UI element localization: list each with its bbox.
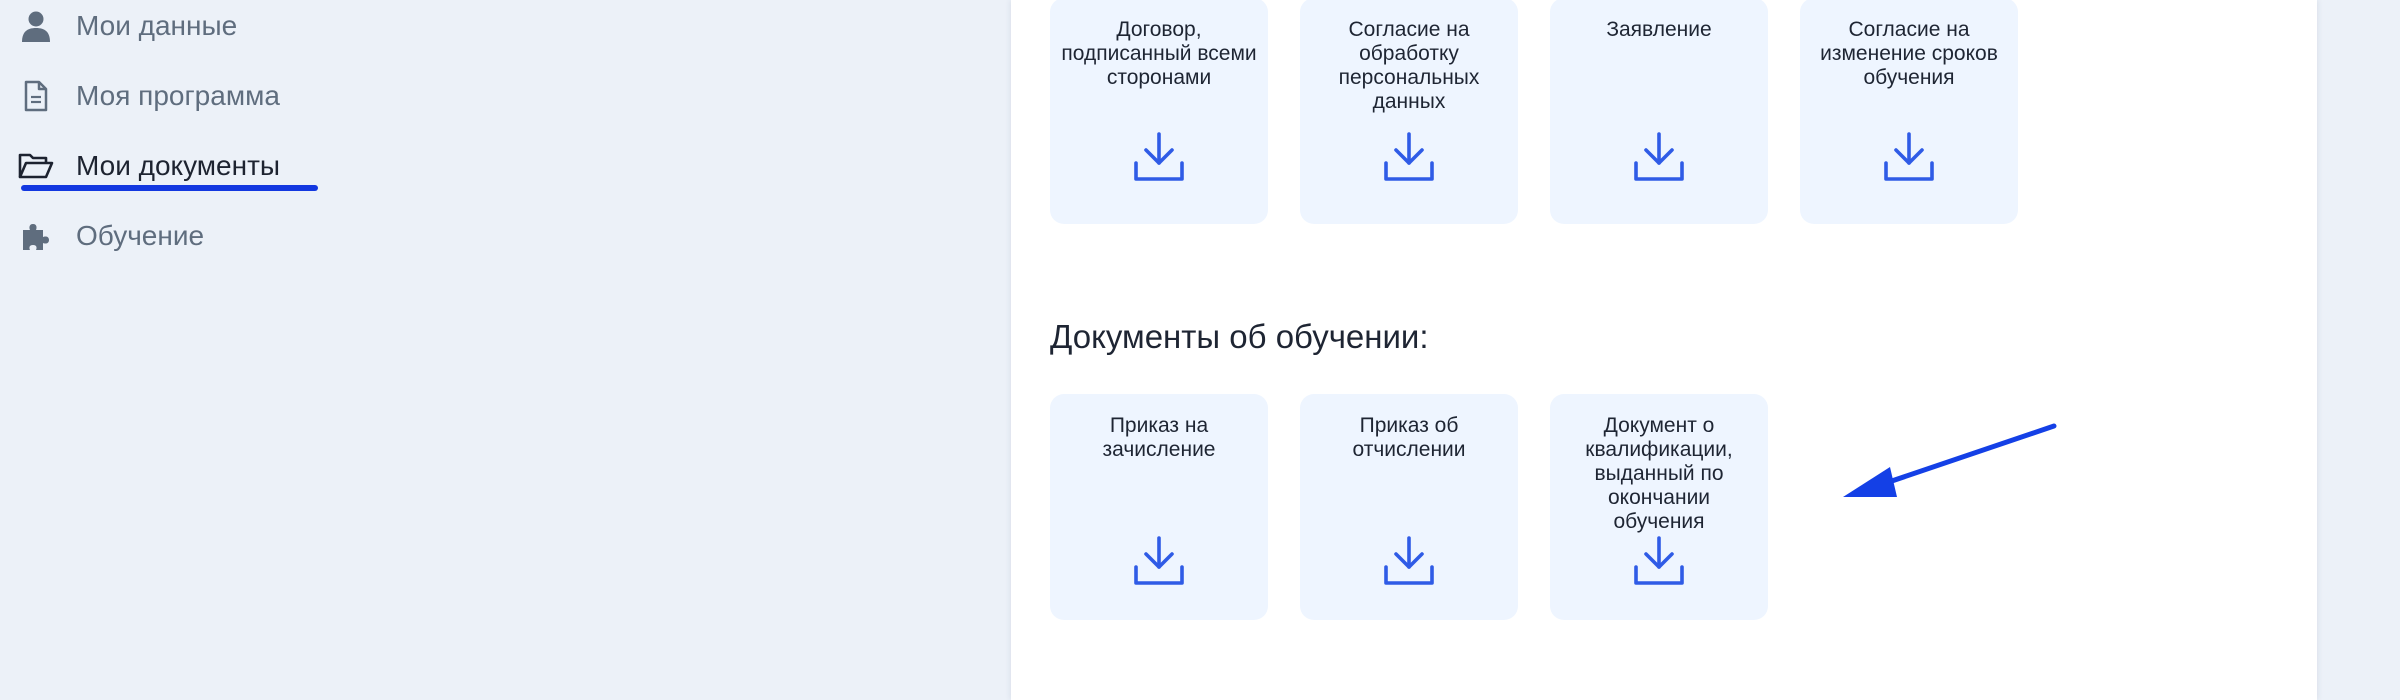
- sidebar-item-education[interactable]: Обучение: [16, 206, 376, 266]
- sidebar-item-label: Мои данные: [76, 10, 238, 41]
- document-card-consent-personal-data[interactable]: Согласие на обработку персональных данны…: [1300, 0, 1518, 224]
- download-icon[interactable]: [1883, 132, 1935, 184]
- download-icon[interactable]: [1383, 536, 1435, 588]
- download-icon[interactable]: [1133, 536, 1185, 588]
- sidebar: Мои данные Моя программа Мои документы О…: [0, 0, 1000, 700]
- card-title: Документ о квалификации, выданный по око…: [1585, 414, 1733, 533]
- document-icon: [16, 76, 56, 116]
- sidebar-item-label: Моя программа: [76, 80, 280, 111]
- download-icon[interactable]: [1633, 536, 1685, 588]
- document-card-consent-term-change[interactable]: Согласие на изменение сроков обучения: [1800, 0, 2018, 224]
- card-title: Заявление: [1606, 18, 1712, 41]
- document-card-qualification-document[interactable]: Документ о квалификации, выданный по око…: [1550, 394, 1768, 620]
- sidebar-item-my-program[interactable]: Моя программа: [16, 66, 376, 126]
- card-title: Согласие на обработку персональных данны…: [1338, 18, 1480, 113]
- section-title: Документы об обучении:: [1050, 318, 1429, 355]
- document-card-application[interactable]: Заявление: [1550, 0, 1768, 224]
- card-title: Согласие на изменение сроков обучения: [1820, 18, 1998, 89]
- download-icon[interactable]: [1383, 132, 1435, 184]
- sidebar-item-label: Обучение: [76, 220, 205, 251]
- download-icon[interactable]: [1633, 132, 1685, 184]
- download-icon[interactable]: [1133, 132, 1185, 184]
- card-title: Приказ об отчислении: [1352, 414, 1466, 461]
- document-card-contract[interactable]: Договор, подписанный всеми сторонами: [1050, 0, 1268, 224]
- document-card-enrollment-order[interactable]: Приказ на зачисление: [1050, 394, 1268, 620]
- folder-open-icon: [16, 146, 56, 186]
- card-title: Приказ на зачисление: [1102, 414, 1216, 461]
- sidebar-item-label: Мои документы: [76, 150, 281, 181]
- active-underline: [21, 185, 318, 191]
- document-card-expulsion-order[interactable]: Приказ об отчислении: [1300, 394, 1518, 620]
- sidebar-item-my-data[interactable]: Мои данные: [16, 0, 376, 56]
- card-title: Договор, подписанный всеми сторонами: [1061, 18, 1257, 89]
- puzzle-icon: [16, 216, 56, 256]
- user-icon: [16, 6, 56, 46]
